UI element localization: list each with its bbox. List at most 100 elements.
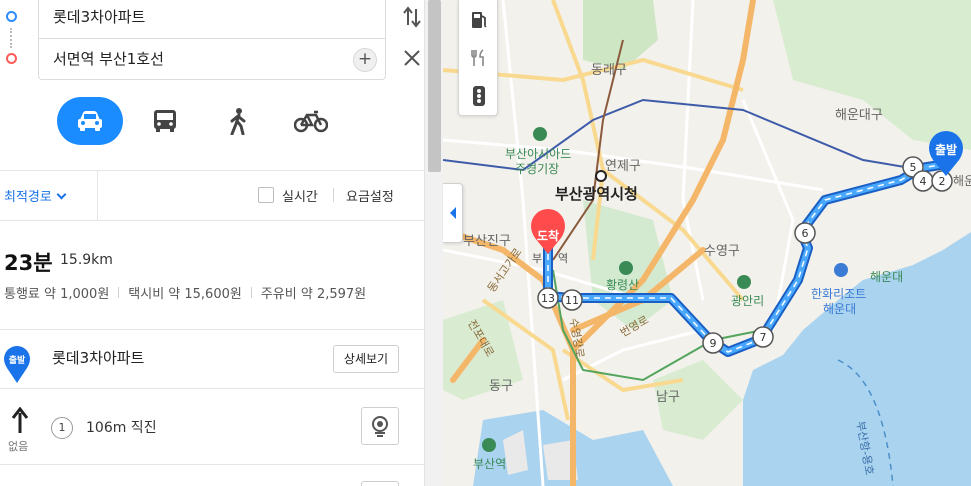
restaurant-button[interactable] xyxy=(459,40,499,76)
toll-cost: 통행료 약 1,000원 xyxy=(4,287,110,302)
divider xyxy=(333,188,334,202)
step-1-view-button[interactable] xyxy=(361,407,399,445)
divider xyxy=(97,170,98,220)
step-2-view-button[interactable] xyxy=(361,481,399,486)
map-label-gwangalli: 광안리 xyxy=(731,294,765,308)
map-label-hanwha-resort-haeundae: 해운대 xyxy=(823,302,857,316)
route-costs: 통행료 약 1,000원 택시비 약 15,600원 주유비 약 2,597원 xyxy=(4,283,366,302)
car-icon xyxy=(78,111,102,131)
waypoint-6[interactable]: 6 xyxy=(794,222,816,244)
map-label-buyeon-1: 부 xyxy=(532,252,543,265)
map-label-donggu: 동구 xyxy=(489,379,513,394)
map-label-cityhall: 부산광역시청 xyxy=(555,185,638,203)
route-step-1[interactable]: 없음 1 106m 직진 xyxy=(0,389,424,464)
svg-text:6: 6 xyxy=(802,227,809,240)
waypoint-2[interactable]: 2 xyxy=(931,170,953,192)
panel-collapse-button[interactable] xyxy=(443,183,463,243)
map-label-yeonjegu: 연제구 xyxy=(605,159,641,174)
route-step-2[interactable] xyxy=(0,472,424,486)
walk-icon xyxy=(230,108,246,135)
detail-view-button[interactable]: 상세보기 xyxy=(333,345,399,373)
map-label-haeundaegu: 해운대구 xyxy=(835,108,883,123)
add-waypoint-button[interactable]: + xyxy=(353,48,377,72)
svg-text:9: 9 xyxy=(710,337,717,350)
location-view-icon xyxy=(372,416,388,437)
map-label-suyeonggu: 수영구 xyxy=(704,244,740,259)
svg-text:7: 7 xyxy=(760,331,767,344)
beach-icon xyxy=(737,275,751,289)
svg-text:13: 13 xyxy=(541,292,555,305)
resort-icon xyxy=(834,263,848,277)
start-marker-label: 출발 xyxy=(935,142,957,157)
map-label-busanjingu: 부산진구 xyxy=(463,234,511,249)
destination-input[interactable]: 서면역 부산1호선 + xyxy=(38,38,386,80)
map-label-haeun-partial: 해운 xyxy=(953,174,971,188)
map-label-buyeon-2: 역 xyxy=(558,252,569,265)
mountain-icon xyxy=(619,261,633,275)
map-label-dongraegu: 동래구 xyxy=(591,63,627,78)
waypoint-11[interactable]: 11 xyxy=(561,289,583,311)
destination-marker[interactable]: 도착 xyxy=(531,209,565,254)
map-tools xyxy=(458,0,498,116)
start-pin-label: 출발 xyxy=(9,354,26,366)
svg-text:5: 5 xyxy=(910,161,917,174)
straight-arrow-icon xyxy=(11,407,29,433)
restaurant-icon xyxy=(471,49,484,66)
bus-icon xyxy=(154,110,176,132)
map-view[interactable]: 13 11 9 7 6 5 4 2 도착 출발 동래구 해운대구 부산아시아드 … xyxy=(443,0,971,486)
turn-arrow-icon xyxy=(10,480,30,486)
route-options-row: 최적경로 실시간 요금설정 xyxy=(0,170,424,220)
route-sort-dropdown[interactable]: 최적경로 xyxy=(4,186,67,205)
start-location-input[interactable]: 롯데3차아파트 xyxy=(38,0,386,38)
svg-text:2: 2 xyxy=(939,175,946,188)
walk-mode-button[interactable] xyxy=(205,97,271,145)
divider xyxy=(250,287,252,298)
scrollbar-thumb[interactable] xyxy=(428,0,441,172)
traffic-button[interactable] xyxy=(459,78,499,114)
panel-scrollbar[interactable] xyxy=(424,0,443,486)
divider xyxy=(0,464,424,465)
start-step-name: 롯데3차아파트 xyxy=(52,349,145,367)
divider xyxy=(0,220,424,221)
traffic-light-icon xyxy=(473,86,485,106)
car-mode-button[interactable] xyxy=(57,97,123,145)
chevron-down-icon xyxy=(56,189,67,200)
map-label-haeundae: 해운대 xyxy=(870,270,904,284)
bike-icon xyxy=(294,110,328,133)
destination-marker-label: 도착 xyxy=(537,228,559,243)
station-icon xyxy=(482,438,496,452)
close-icon[interactable] xyxy=(403,49,421,67)
svg-text:11: 11 xyxy=(565,294,579,307)
route-duration: 23분 xyxy=(4,251,53,275)
gas-station-icon xyxy=(472,12,487,28)
swap-icon[interactable] xyxy=(403,5,421,29)
destination-input-text: 서면역 부산1호선 xyxy=(53,50,164,68)
mountain-area xyxy=(773,0,971,150)
svg-text:4: 4 xyxy=(920,175,927,188)
map-label-busan-station: 부산역 xyxy=(473,457,507,471)
realtime-label[interactable]: 실시간 xyxy=(282,186,318,205)
chevron-left-icon xyxy=(449,207,456,219)
route-step-start: 출발 롯데3차아파트 상세보기 xyxy=(0,330,424,388)
map-label-namgu: 남구 xyxy=(656,390,680,405)
divider xyxy=(118,287,120,298)
map-label-hwangryeongsan: 황령산 xyxy=(606,278,640,292)
realtime-checkbox[interactable] xyxy=(258,187,274,203)
taxi-cost: 택시비 약 15,600원 xyxy=(128,287,242,302)
waypoint-9[interactable]: 9 xyxy=(702,332,724,354)
bus-mode-button[interactable] xyxy=(132,97,198,145)
step-1-number: 1 xyxy=(51,417,73,439)
map-label-jugyeong: 주경기장 xyxy=(515,162,560,176)
route-distance: 15.9km xyxy=(60,252,113,268)
directions-panel: 롯데3차아파트 서면역 부산1호선 + 최적경로 실시간 요금설정 23분 15… xyxy=(0,0,424,486)
bike-mode-button[interactable] xyxy=(278,97,344,145)
start-dot-icon xyxy=(6,11,17,22)
waypoint-4[interactable]: 4 xyxy=(912,170,934,192)
fare-settings-button[interactable]: 요금설정 xyxy=(346,186,394,205)
route-connector xyxy=(10,28,13,48)
stadium-icon xyxy=(533,127,547,141)
gas-station-button[interactable] xyxy=(459,2,499,38)
waypoint-13[interactable]: 13 xyxy=(537,287,559,309)
end-dot-icon xyxy=(6,53,17,64)
waypoint-7[interactable]: 7 xyxy=(752,326,774,348)
